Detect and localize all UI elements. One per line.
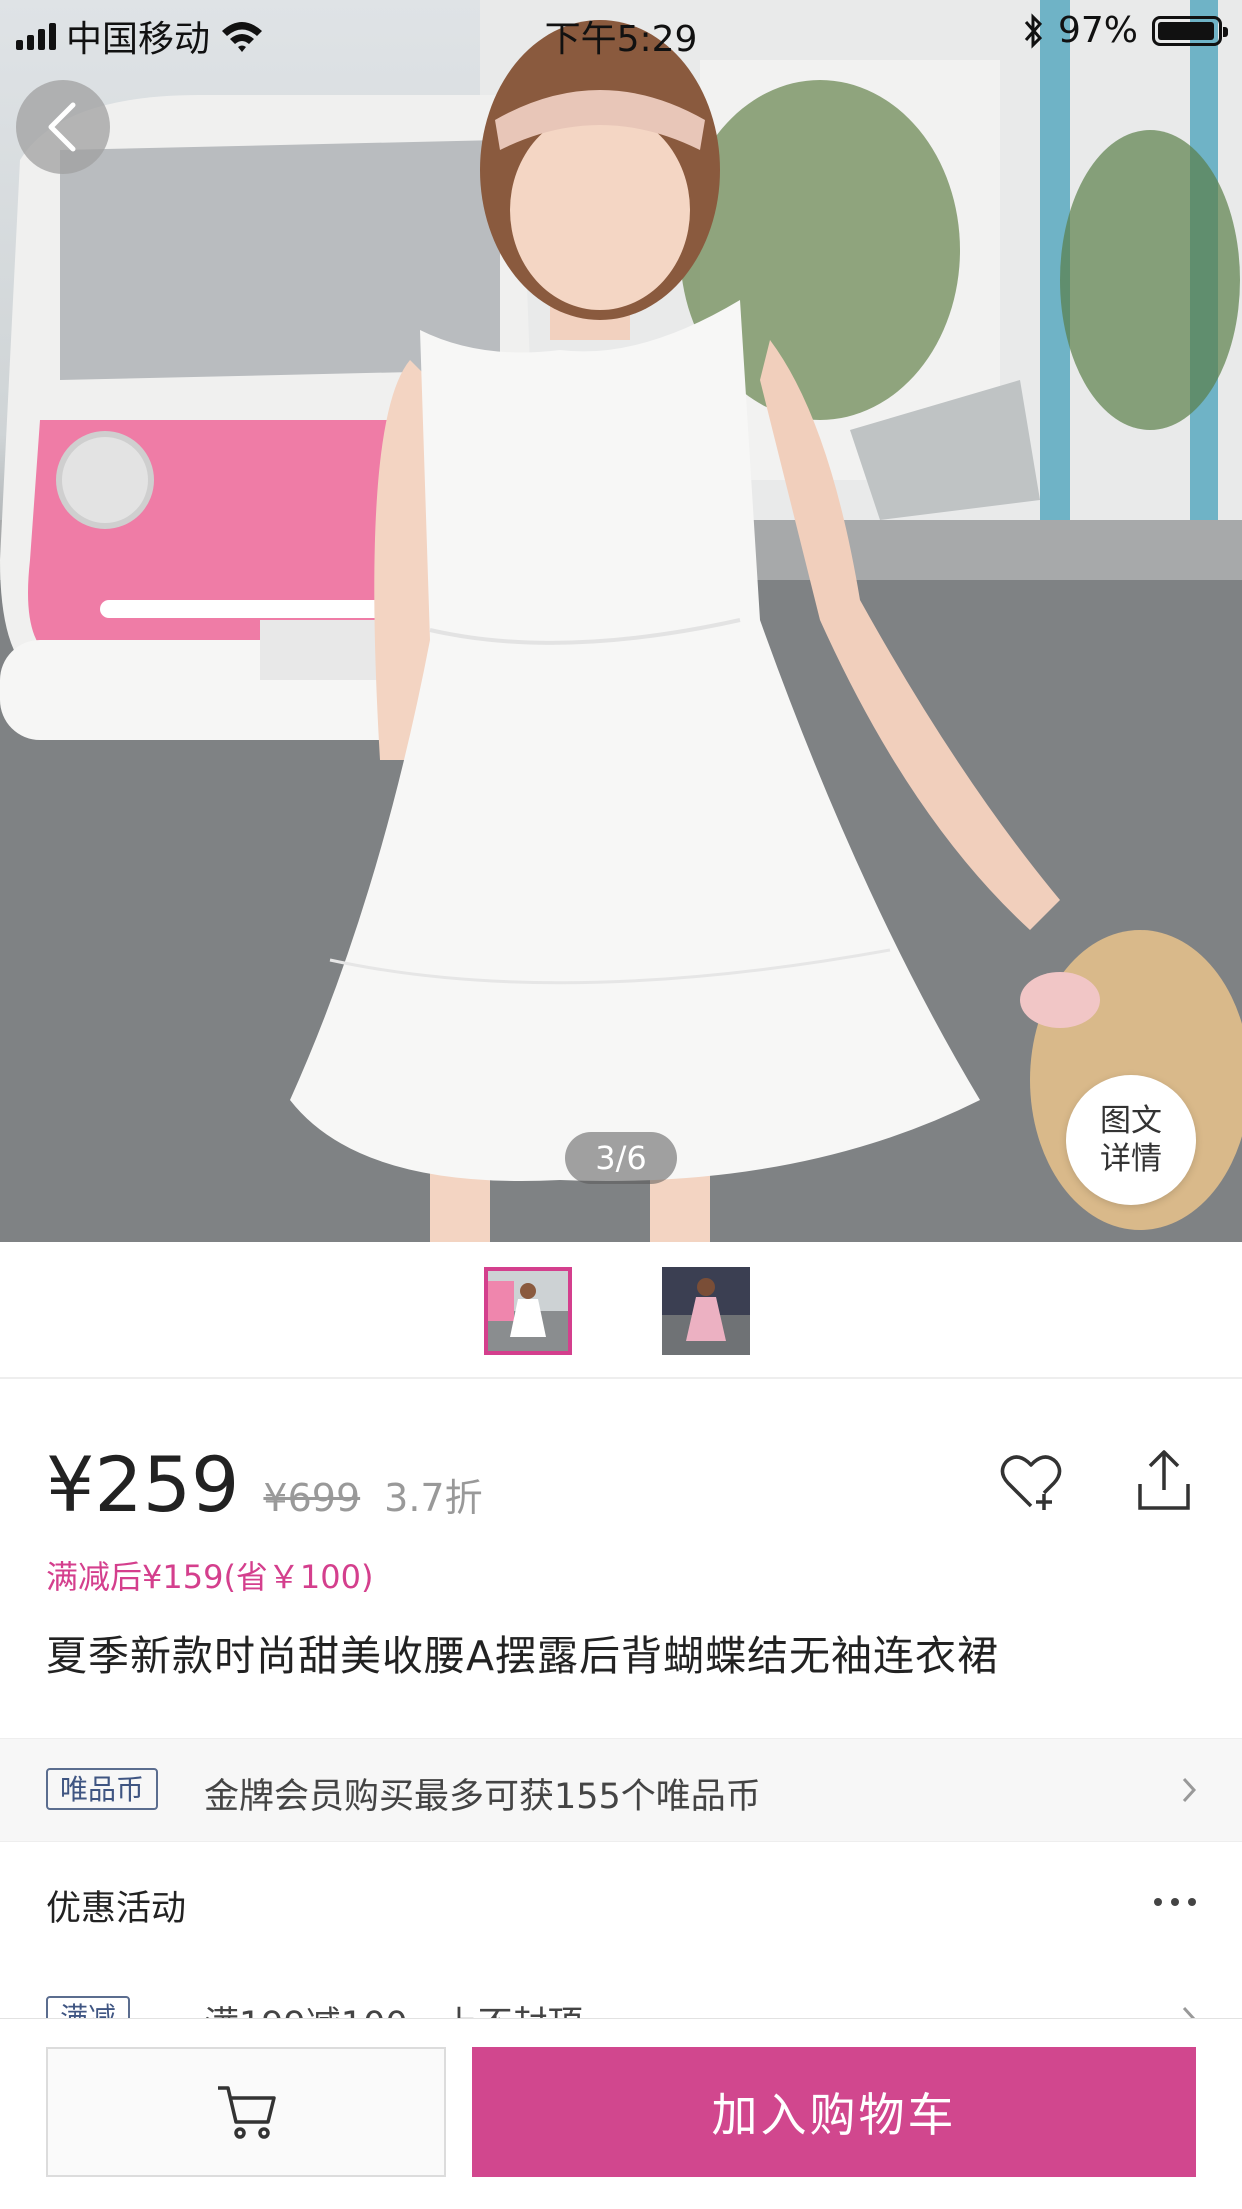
thumbnail-pink-dress[interactable]: [662, 1267, 750, 1355]
detail-button-line2: 详情: [1100, 1141, 1162, 1177]
chevron-left-icon: [48, 102, 76, 152]
back-button[interactable]: [16, 80, 110, 174]
battery-percent: 97%: [1057, 10, 1138, 51]
discount-rate: 3.7折: [384, 1476, 483, 1520]
cart-icon: [218, 2086, 276, 2139]
favorite-button[interactable]: [998, 1450, 1064, 1516]
heart-plus-icon: [1000, 1455, 1062, 1510]
vip-coin-text: 金牌会员购买最多可获155个唯品币: [204, 1777, 761, 1817]
thumbnail-strip: [0, 1242, 1242, 1379]
vip-coin-row[interactable]: 唯品币 金牌会员购买最多可获155个唯品币: [0, 1738, 1242, 1842]
product-title: 夏季新款时尚甜美收腰A摆露后背蝴蝶结无袖连衣裙: [46, 1632, 1000, 1680]
original-price: ¥699: [263, 1476, 361, 1520]
vip-coin-tag: 唯品币: [46, 1768, 159, 1810]
share-icon: [1138, 1450, 1190, 1510]
image-page-indicator: 3/6: [565, 1132, 677, 1184]
bluetooth-icon: [1024, 12, 1043, 49]
bottom-action-bar: 加入购物车: [0, 2018, 1242, 2209]
promo-price: 满减后¥159(省￥100): [46, 1558, 374, 1596]
thumbnail-pink-dress-image: [662, 1267, 750, 1355]
price-row: ¥259 ¥699 3.7折: [46, 1440, 483, 1530]
product-photo[interactable]: 中国移动 下午5:29 97% 3/6 图文 详情: [0, 0, 1242, 1242]
chevron-right-icon: [1182, 1777, 1197, 1803]
thumbnail-white-dress-image: [488, 1271, 568, 1351]
more-icon[interactable]: [1154, 1898, 1196, 1906]
battery-fill: [1158, 21, 1215, 40]
share-button[interactable]: [1134, 1448, 1194, 1514]
battery-icon: [1152, 15, 1228, 46]
thumbnail-white-dress[interactable]: [484, 1267, 572, 1355]
detail-button-line1: 图文: [1100, 1103, 1162, 1139]
promotions-title: 优惠活动: [46, 1889, 187, 1929]
detail-info-button[interactable]: 图文 详情: [1066, 1075, 1196, 1205]
current-price: ¥259: [46, 1440, 240, 1529]
status-bar: 中国移动 下午5:29 97%: [0, 0, 1242, 62]
add-to-cart-button[interactable]: 加入购物车: [472, 2047, 1196, 2177]
product-photo-scene: [0, 0, 1242, 1242]
status-right: 97%: [1022, 10, 1228, 51]
cart-button[interactable]: [46, 2047, 446, 2177]
